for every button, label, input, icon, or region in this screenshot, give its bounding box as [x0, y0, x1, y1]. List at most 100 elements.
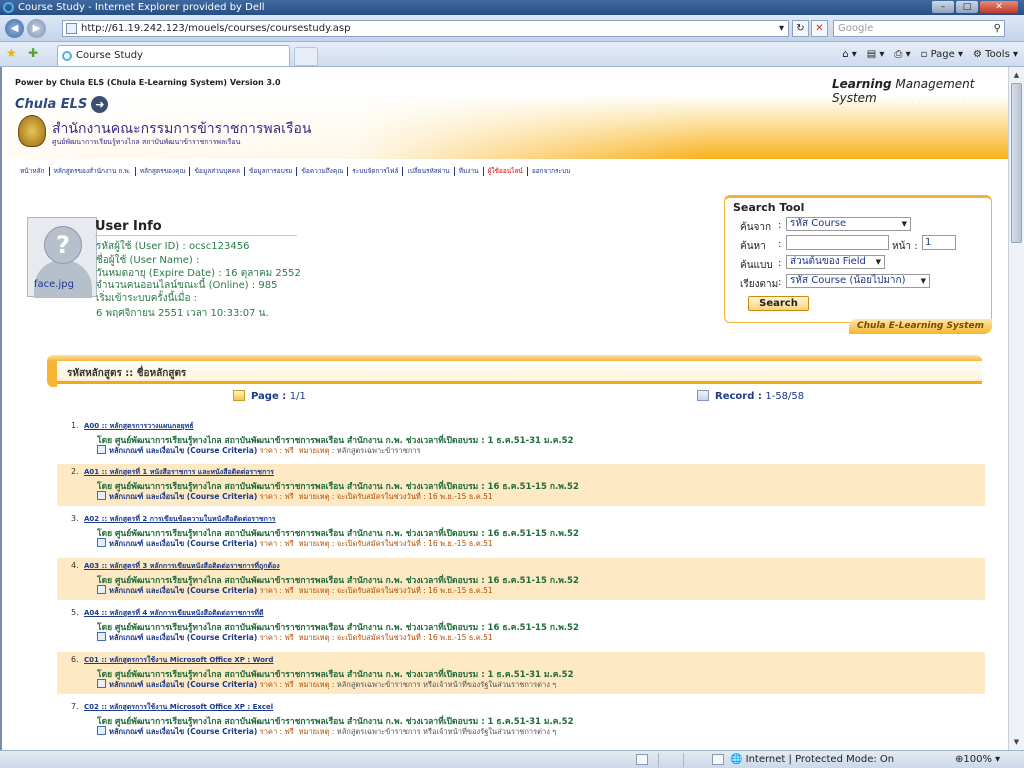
page-number-input[interactable]: 1 — [922, 235, 956, 250]
menu-item[interactable]: หลักสูตรของคุณ — [136, 167, 191, 176]
dropdown-arrow-icon: ▼ — [875, 258, 881, 266]
search-icon[interactable]: ⚲ — [994, 21, 1001, 36]
search-keyword-input[interactable] — [786, 235, 889, 250]
list-item: 5. A04 :: หลักสูตรที่ 4 หลักการเขียนหนังส… — [57, 605, 985, 647]
course-criteria-link[interactable]: หลักเกณฑ์ และเงื่อนไข (Course Criteria) — [109, 680, 257, 689]
course-note-label: หมายเหตุ : — [298, 446, 335, 455]
user-id-line: รหัสผู้ใช้ (User ID) : ocsc123456 — [96, 241, 250, 252]
site-header: Power by Chula ELS (Chula E-Learning Sys… — [2, 67, 1008, 159]
course-link[interactable]: A00 :: หลักสูตรการวางแผนกลยุทธ์ — [84, 421, 193, 432]
feeds-icon[interactable]: ▤ ▾ — [867, 47, 885, 63]
online-value: 985 — [258, 280, 278, 291]
page-number-label: หน้า : — [892, 241, 918, 252]
criteria-icon — [97, 679, 106, 688]
course-note-label: หมายเหตุ : — [298, 492, 335, 501]
close-button[interactable]: ✕ — [980, 1, 1018, 13]
zoom-level[interactable]: ⊕100% ▾ — [955, 751, 1000, 768]
course-criteria-link[interactable]: หลักเกณฑ์ และเงื่อนไข (Course Criteria) — [109, 633, 257, 642]
search-input[interactable]: Google ⚲ — [833, 20, 1005, 37]
menu-item[interactable]: ระบบจัดการไฟล์ — [348, 167, 404, 176]
chevron-down-icon[interactable]: ▾ — [779, 21, 784, 36]
search-from-label: ค้นจาก — [740, 222, 772, 233]
course-criteria-link[interactable]: หลักเกณฑ์ และเงื่อนไข (Course Criteria) — [109, 492, 257, 501]
search-tool-title: Search Tool — [733, 201, 805, 214]
note-icon — [697, 390, 709, 401]
maximize-button[interactable]: □ — [956, 1, 978, 13]
course-price: ราคา : ฟรี — [259, 539, 294, 548]
address-input[interactable]: http://61.19.242.123/mouels/courses/cour… — [62, 20, 789, 37]
question-mark-icon: ? — [44, 226, 82, 264]
search-button[interactable]: Search — [748, 296, 809, 311]
search-field-select[interactable]: รหัส Course ▼ — [786, 217, 911, 231]
brand-logo[interactable]: Chula ELS ➜ — [15, 96, 109, 113]
new-tab-button[interactable] — [294, 47, 318, 66]
menu-item[interactable]: ทีมงาน — [455, 167, 484, 176]
security-zone[interactable]: 🌐 Internet | Protected Mode: On — [730, 751, 894, 768]
back-button[interactable]: ◀ — [5, 19, 24, 38]
criteria-icon — [97, 632, 106, 641]
course-note-label: หมายเหตุ : — [298, 633, 335, 642]
search-footer: Chula E-Learning System — [849, 319, 992, 334]
tab-course-study[interactable]: Course Study — [57, 45, 290, 66]
window-title: Course Study - Internet Explorer provide… — [18, 2, 265, 13]
main-menu: หน้าหลัก หลักสูตรของสำนักงาน ก.พ. หลักสูตร… — [20, 167, 574, 176]
menu-item[interactable]: ข้อความถึงคุณ — [297, 167, 349, 176]
dropdown-arrow-icon: ▼ — [901, 220, 907, 228]
course-link[interactable]: A01 :: หลักสูตรที่ 1 หนังสือราชการ และหน… — [84, 467, 274, 478]
course-price: ราคา : ฟรี — [259, 446, 294, 455]
menu-item[interactable]: หน้าหลัก — [20, 167, 50, 176]
course-note-label: หมายเหตุ : — [298, 586, 335, 595]
print-icon[interactable]: ⎙ ▾ — [894, 47, 910, 63]
refresh-button[interactable]: ↻ — [792, 20, 809, 37]
stop-button[interactable]: ✕ — [811, 20, 828, 37]
menu-item[interactable]: ออกจากระบบ — [528, 167, 574, 176]
search-mode-select[interactable]: ส่วนต้นของ Field ▼ — [786, 255, 885, 269]
course-link[interactable]: A02 :: หลักสูตรที่ 2 การเขียนข้อความในหน… — [84, 514, 276, 525]
home-icon[interactable]: ⌂ ▾ — [842, 47, 857, 63]
course-criteria-link[interactable]: หลักเกณฑ์ และเงื่อนไข (Course Criteria) — [109, 446, 257, 455]
course-number: 5. — [71, 608, 79, 617]
brand-right-text: Chula E-Learning System — [895, 97, 996, 106]
course-link[interactable]: C02 :: หลักสูตรการใช้งาน Microsoft Offic… — [84, 702, 273, 713]
scroll-thumb[interactable] — [1011, 83, 1022, 243]
menu-item[interactable]: เปลี่ยนรหัสผ่าน — [403, 167, 455, 176]
course-criteria-link[interactable]: หลักเกณฑ์ และเงื่อนไข (Course Criteria) — [109, 586, 257, 595]
course-details: หลักเกณฑ์ และเงื่อนไข (Course Criteria) … — [97, 491, 493, 503]
favorites-star-icon[interactable]: ★ — [6, 46, 17, 60]
menu-item[interactable]: ข้อมูลการอบรม — [245, 167, 298, 176]
dropdown-arrow-icon: ▼ — [920, 277, 926, 285]
course-link[interactable]: A03 :: หลักสูตรที่ 3 หลักการเขียนหนังสือ… — [84, 561, 280, 572]
note-icon — [233, 390, 245, 401]
course-note-label: หมายเหตุ : — [298, 539, 335, 548]
forward-button[interactable]: ▶ — [27, 19, 46, 38]
course-number: 3. — [71, 514, 79, 523]
add-favorite-icon[interactable]: ✚ — [28, 46, 38, 60]
status-page-icon — [636, 754, 648, 765]
tools-menu[interactable]: ⚙ Tools ▾ — [973, 47, 1018, 63]
scroll-up-icon[interactable]: ▲ — [1011, 69, 1022, 81]
vertical-scrollbar[interactable]: ▲ ▼ — [1008, 67, 1024, 750]
course-criteria-link[interactable]: หลักเกณฑ์ และเงื่อนไข (Course Criteria) — [109, 539, 257, 548]
address-url: http://61.19.242.123/mouels/courses/cour… — [81, 23, 351, 34]
popup-icon — [712, 754, 724, 765]
scroll-down-icon[interactable]: ▼ — [1011, 736, 1022, 748]
menu-item[interactable]: ข้อมูลส่วนบุคคล — [190, 167, 245, 176]
course-note: จะเปิดรับสมัครในช่วงวันที่ : 16 พ.ย.-15 … — [336, 586, 493, 595]
sort-select[interactable]: รหัส Course (น้อยไปมาก) ▼ — [786, 274, 930, 288]
criteria-icon — [97, 726, 106, 735]
course-link[interactable]: A04 :: หลักสูตรที่ 4 หลักการเขียนหนังสือ… — [84, 608, 264, 619]
list-item: 4. A03 :: หลักสูตรที่ 3 หลักการเขียนหนังส… — [57, 558, 985, 600]
pagination-info: Page : 1/1 — [233, 390, 306, 402]
course-link[interactable]: C01 :: หลักสูตรการใช้งาน Microsoft Offic… — [84, 655, 273, 666]
course-criteria-link[interactable]: หลักเกณฑ์ และเงื่อนไข (Course Criteria) — [109, 727, 257, 736]
minimize-button[interactable]: – — [932, 1, 954, 13]
search-keyword-label: ค้นหา — [740, 241, 766, 252]
page-menu[interactable]: ▫ Page ▾ — [921, 47, 963, 63]
command-bar: ⌂ ▾ ▤ ▾ ⎙ ▾ ▫ Page ▾ ⚙ Tools ▾ — [842, 47, 1018, 63]
course-price: ราคา : ฟรี — [259, 492, 294, 501]
window-titlebar: Course Study - Internet Explorer provide… — [0, 0, 1024, 15]
menu-item[interactable]: หลักสูตรของสำนักงาน ก.พ. — [50, 167, 136, 176]
course-details: หลักเกณฑ์ และเงื่อนไข (Course Criteria) … — [97, 445, 421, 457]
list-item: 1. A00 :: หลักสูตรการวางแผนกลยุทธ์ โดย ศูน… — [57, 418, 985, 460]
menu-item[interactable]: ผู้ใช้ออนไลน์ — [484, 167, 528, 176]
